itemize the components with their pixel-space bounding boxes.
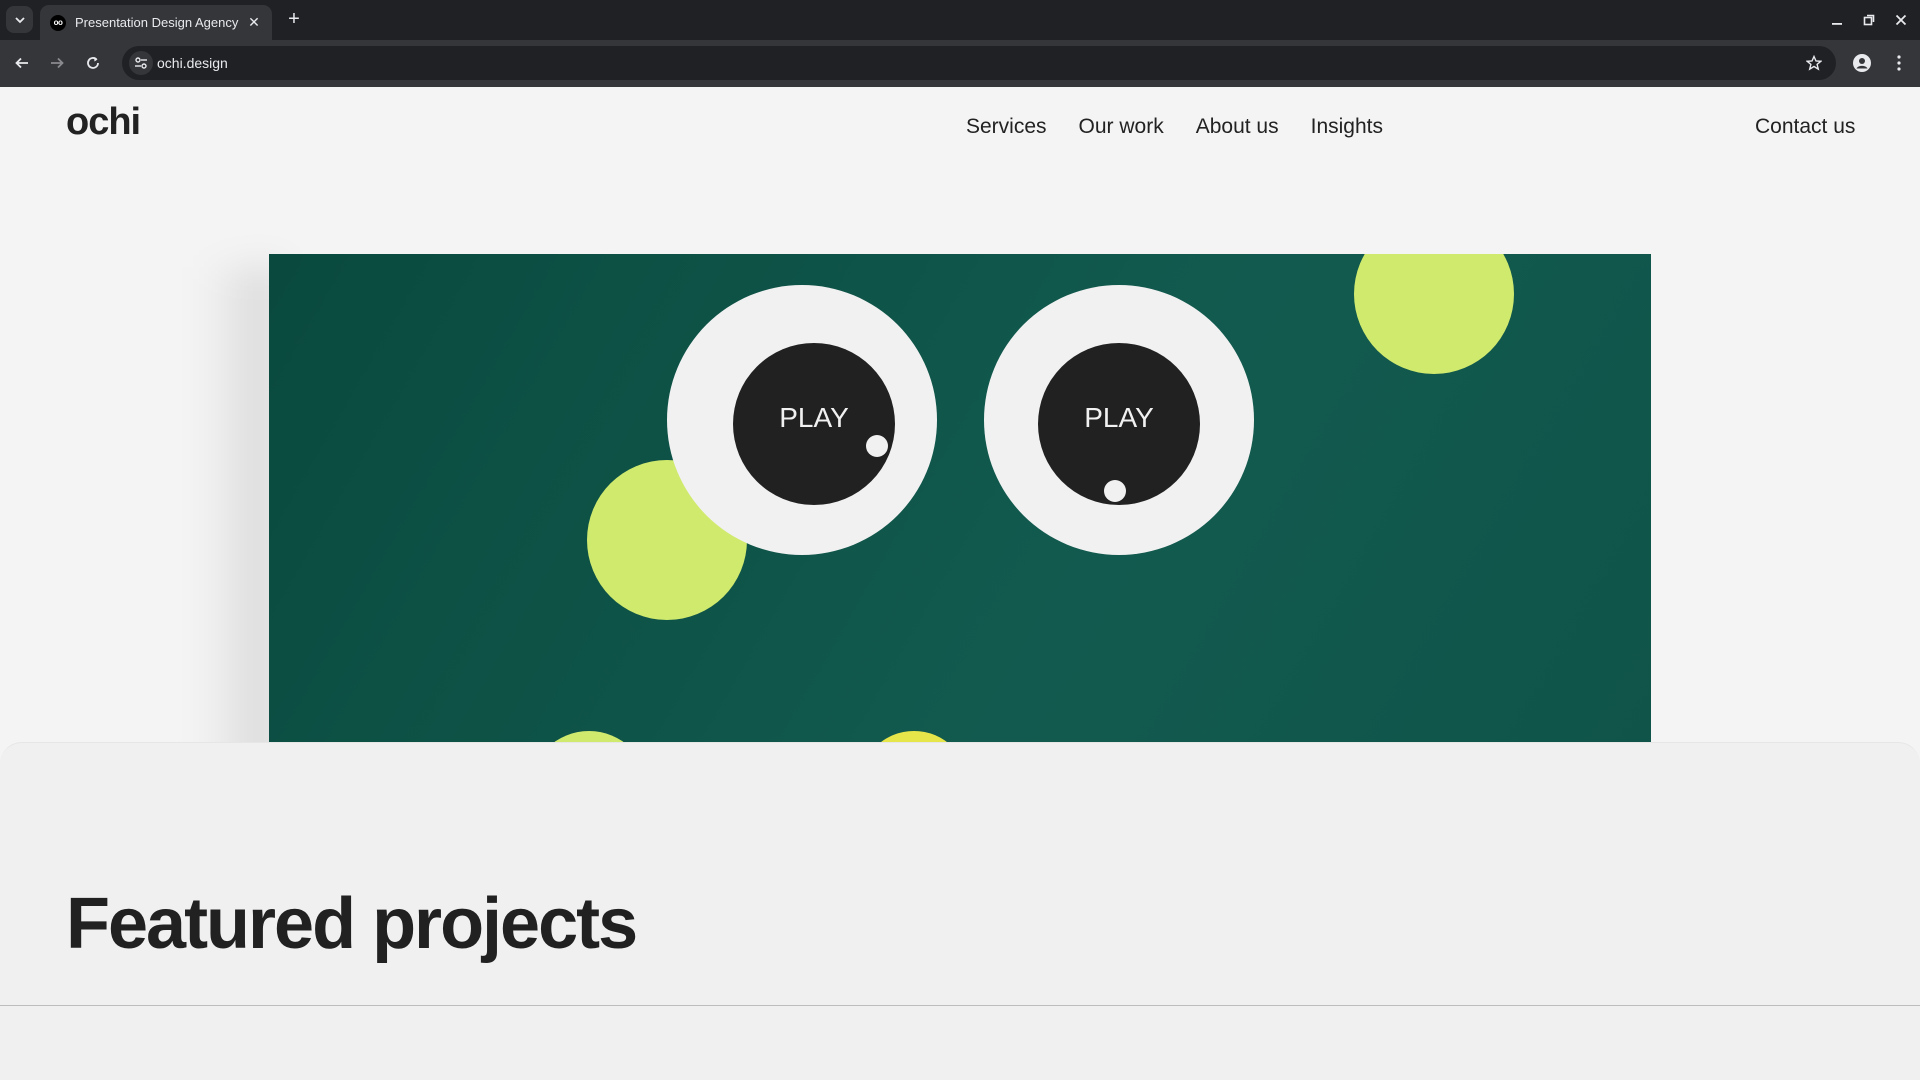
green-circle-top-right <box>1354 254 1514 374</box>
bookmark-star-icon[interactable] <box>1804 53 1824 73</box>
tab-list-button[interactable] <box>6 6 33 33</box>
right-eye-pupil <box>1104 480 1126 502</box>
featured-projects-section: Featured projects <box>0 742 1920 1080</box>
chevron-down-icon <box>14 16 25 23</box>
nav-link-our-work[interactable]: Our work <box>1079 115 1164 139</box>
site-favicon: oo <box>50 14 66 31</box>
profile-icon[interactable] <box>1849 50 1875 76</box>
browser-tab-bar: oo Presentation Design Agency ✕ + <box>0 0 1920 40</box>
url-text: ochi.design <box>157 55 228 71</box>
page-viewport: ochi Services Our work About us Insights… <box>0 87 1920 1080</box>
section-divider <box>0 1005 1920 1006</box>
contact-us-link[interactable]: Contact us <box>1755 115 1855 139</box>
forward-arrow-icon[interactable] <box>43 49 71 77</box>
reload-icon[interactable] <box>79 49 107 77</box>
close-window-icon[interactable] <box>1891 10 1911 30</box>
browser-tab[interactable]: oo Presentation Design Agency ✕ <box>40 5 272 40</box>
left-eye-play-label: PLAY <box>779 402 849 433</box>
tab-title: Presentation Design Agency <box>75 15 239 30</box>
left-eye[interactable]: PLAY <box>667 285 937 555</box>
minimize-icon[interactable] <box>1827 10 1847 30</box>
back-arrow-icon[interactable] <box>8 49 36 77</box>
new-tab-button[interactable]: + <box>282 8 306 32</box>
left-eye-iris: PLAY <box>733 343 895 505</box>
restore-icon[interactable] <box>1859 10 1879 30</box>
right-eye-play-label: PLAY <box>1084 402 1154 433</box>
more-options-icon[interactable] <box>1886 50 1912 76</box>
address-bar[interactable]: ochi.design <box>122 46 1836 80</box>
eyes-hero-panel: PLAY PLAY <box>269 254 1651 754</box>
right-eye-iris: PLAY <box>1038 343 1200 505</box>
right-eye[interactable]: PLAY <box>984 285 1254 555</box>
nav-link-about-us[interactable]: About us <box>1196 115 1279 139</box>
site-settings-icon[interactable] <box>129 51 153 75</box>
browser-toolbar: ochi.design <box>0 40 1920 87</box>
main-nav: Services Our work About us Insights <box>966 115 1383 139</box>
nav-link-services[interactable]: Services <box>966 115 1047 139</box>
left-eye-pupil <box>866 435 888 457</box>
featured-projects-heading: Featured projects <box>66 884 638 964</box>
nav-link-insights[interactable]: Insights <box>1311 115 1383 139</box>
tab-close-icon[interactable]: ✕ <box>246 14 262 31</box>
site-logo[interactable]: ochi <box>66 101 141 144</box>
